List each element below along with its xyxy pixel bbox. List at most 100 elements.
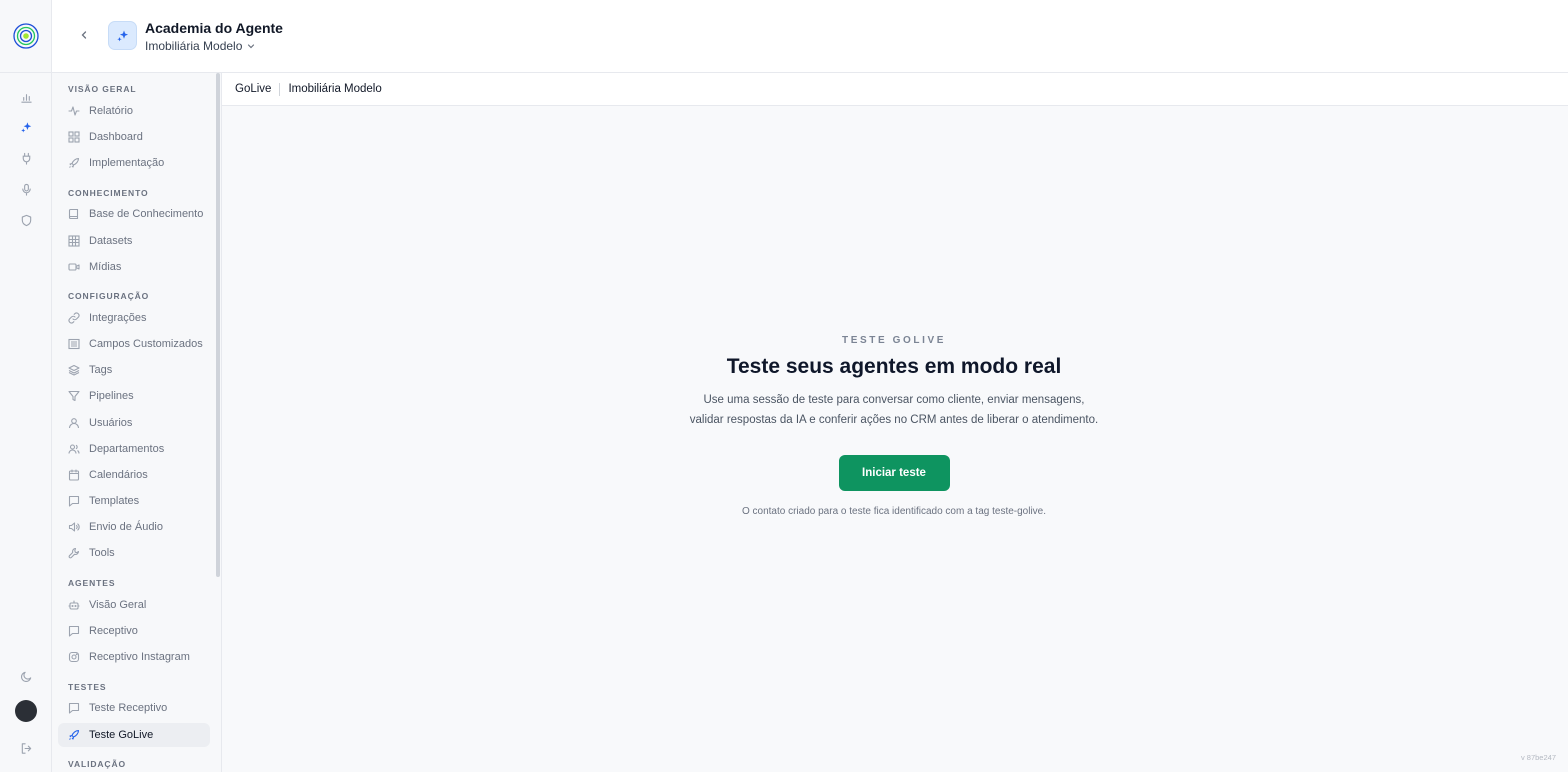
sidebar-item-templates[interactable]: Templates [58, 489, 210, 513]
table-icon [68, 235, 80, 247]
sidebar-item-label: Tools [89, 547, 115, 559]
theme-toggle-button[interactable] [16, 666, 36, 686]
sidebar-item-calendarios[interactable]: Calendários [58, 463, 210, 487]
sidebar-item-label: Visão Geral [89, 599, 147, 611]
page-title: Teste seus agentes em modo real [726, 355, 1062, 378]
sidebar-item-pipelines[interactable]: Pipelines [58, 384, 210, 408]
workspace-name: Imobiliária Modelo [145, 39, 243, 53]
sidebar-item-base-conhecimento[interactable]: Base de Conhecimento [58, 202, 210, 226]
integrations-rail-button[interactable] [16, 148, 36, 168]
main-content: TESTE GOLIVE Teste seus agentes em modo … [222, 106, 1568, 772]
avatar[interactable] [15, 700, 37, 722]
sidebar-item-label: Pipelines [89, 390, 134, 402]
sidebar-item-label: Tags [89, 364, 113, 376]
page-description: Use uma sessão de teste para conversar c… [689, 394, 1099, 426]
eyebrow-label: TESTE GOLIVE [842, 335, 946, 346]
instagram-icon [68, 651, 80, 663]
sidebar-item-campos-customizados[interactable]: Campos Customizados [58, 332, 210, 356]
start-test-button[interactable]: Iniciar teste [838, 455, 950, 491]
back-button[interactable] [76, 27, 92, 43]
video-icon [68, 263, 80, 271]
logout-icon [21, 742, 31, 754]
app-title: Academia do Agente [145, 20, 283, 36]
rocket-icon [69, 157, 80, 168]
list-icon [68, 338, 80, 350]
logout-button[interactable] [16, 738, 36, 758]
layers-icon [68, 364, 80, 376]
app-logo-icon[interactable] [13, 23, 39, 49]
chevron-left-icon [81, 31, 87, 39]
sidebar-item-tools[interactable]: Tools [58, 541, 210, 565]
sidebar-nav: VISÃO GERAL Relatório Dashboard Implemen… [52, 73, 222, 772]
section-title: CONHECIMENTO [68, 188, 149, 198]
top-header: Academia do Agente Imobiliária Modelo [52, 0, 1568, 73]
reports-rail-button[interactable] [16, 87, 36, 107]
message-icon [68, 495, 80, 507]
workspace-selector[interactable]: Imobiliária Modelo [145, 39, 255, 53]
version-label: v 87be247 [1520, 753, 1556, 762]
sidebar-item-teste-golive[interactable]: Teste GoLive [58, 723, 210, 747]
sidebar-item-label: Mídias [89, 261, 122, 273]
sidebar-item-relatorio[interactable]: Relatório [58, 99, 210, 123]
breadcrumb-item[interactable]: GoLive [235, 83, 271, 95]
sidebar-item-label: Teste GoLive [89, 729, 154, 741]
sidebar-item-envio-audio[interactable]: Envio de Áudio [58, 515, 210, 539]
message-icon [68, 625, 80, 637]
sidebar-item-label: Departamentos [89, 443, 165, 455]
sidebar-item-label: Dashboard [89, 131, 143, 143]
sidebar-item-label: Campos Customizados [89, 338, 203, 350]
sidebar-item-label: Datasets [89, 235, 133, 247]
rocket-icon [69, 729, 80, 740]
voice-rail-button[interactable] [16, 179, 36, 199]
section-title: VALIDAÇÃO [68, 759, 126, 769]
breadcrumb: GoLive Imobiliária Modelo [222, 73, 1568, 106]
book-icon [68, 208, 79, 220]
sidebar-item-label: Receptivo [89, 625, 138, 637]
sidebar-item-usuarios[interactable]: Usuários [58, 411, 210, 435]
moon-icon [20, 671, 31, 682]
sidebar-item-receptivo-instagram[interactable]: Receptivo Instagram [58, 645, 210, 669]
agents-rail-button[interactable] [16, 117, 36, 137]
sidebar-item-label: Implementação [89, 157, 165, 169]
wrench-icon [68, 547, 80, 559]
sidebar-item-implementacao[interactable]: Implementação [58, 151, 210, 175]
icon-rail [0, 0, 52, 772]
sidebar-item-departamentos[interactable]: Departamentos [58, 437, 210, 461]
sidebar-item-label: Teste Receptivo [89, 702, 168, 714]
sidebar-item-receptivo[interactable]: Receptivo [58, 619, 210, 643]
bar-chart-icon [20, 93, 32, 103]
calendar-icon [68, 469, 80, 481]
section-title: VISÃO GERAL [68, 84, 137, 94]
shield-icon [21, 214, 31, 226]
sidebar-item-datasets[interactable]: Datasets [58, 229, 210, 253]
security-rail-button[interactable] [16, 210, 36, 230]
sidebar-item-tags[interactable]: Tags [58, 358, 210, 382]
section-title: AGENTES [68, 578, 116, 588]
user-icon [68, 418, 80, 429]
section-title: CONFIGURAÇÃO [68, 291, 150, 301]
rail-divider [0, 72, 52, 73]
sidebar-item-label: Receptivo Instagram [89, 651, 190, 663]
message-icon [68, 702, 80, 714]
sidebar-item-label: Calendários [89, 469, 148, 481]
sidebar-item-integracoes[interactable]: Integrações [58, 306, 210, 330]
sidebar-item-label: Envio de Áudio [89, 521, 163, 533]
sidebar-scrollbar[interactable] [216, 73, 220, 577]
sidebar-item-label: Usuários [89, 417, 133, 429]
helper-note: O contato criado para o teste fica ident… [741, 506, 1047, 517]
link-icon [68, 312, 80, 324]
sparkles-icon [20, 121, 31, 133]
sidebar-item-midias[interactable]: Mídias [58, 255, 210, 279]
users-icon [68, 444, 80, 454]
section-title: TESTES [68, 682, 107, 692]
sidebar-item-label: Templates [89, 495, 140, 507]
sidebar-item-dashboard[interactable]: Dashboard [58, 125, 210, 149]
sidebar-item-teste-receptivo[interactable]: Teste Receptivo [58, 696, 210, 720]
chevron-down-icon [248, 44, 255, 49]
org-badge [108, 21, 137, 50]
sidebar-item-visao-geral[interactable]: Visão Geral [58, 593, 210, 617]
filter-icon [68, 390, 80, 402]
grid-icon [68, 131, 80, 143]
sparkles-icon [116, 30, 128, 41]
sidebar-item-label: Relatório [89, 105, 134, 117]
